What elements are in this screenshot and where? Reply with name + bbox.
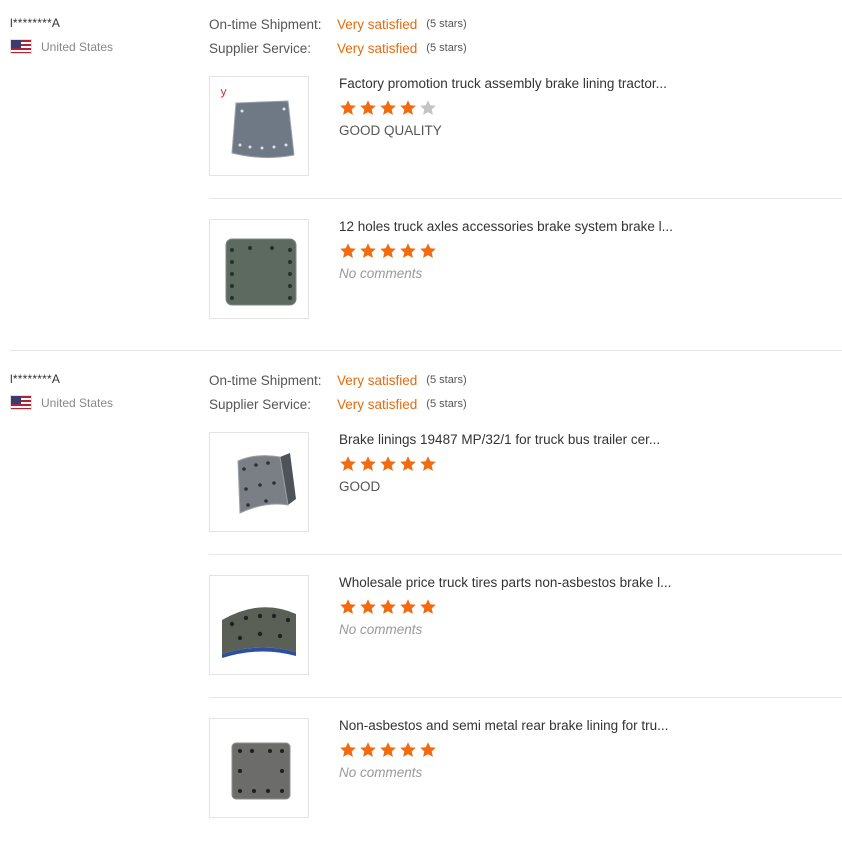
product-title[interactable]: Brake linings 19487 MP/32/1 for truck bu… [339,432,839,447]
product-star-rating [339,242,839,260]
star-filled-icon [400,456,416,471]
review-body: On-time Shipment: Very satisfied (5 star… [209,368,842,818]
star-filled-icon [380,243,396,258]
star-filled-icon [340,742,356,757]
review-comment: No comments [339,765,423,780]
review-comment: No comments [339,622,423,637]
product-image[interactable] [209,432,309,532]
us-flag-icon [10,395,32,410]
reviewer-name: l********A [10,16,61,30]
star-empty-icon [420,100,436,115]
us-flag-icon [10,39,32,54]
star-filled-icon [420,742,436,757]
product-star-rating [339,598,839,616]
star-filled-icon [420,456,436,471]
rating-label: On-time Shipment: [209,16,322,32]
product-image[interactable]: ｙ [209,76,309,176]
star-filled-icon [340,243,356,258]
star-filled-icon [340,599,356,614]
rating-stars-text: (5 stars) [426,374,467,386]
reviewed-product: Non-asbestos and semi metal rear brake l… [209,718,842,861]
product-title[interactable]: Factory promotion truck assembly brake l… [339,76,839,91]
star-filled-icon [420,243,436,258]
star-filled-icon [380,599,396,614]
product-star-rating [339,99,839,117]
product-star-rating [339,741,839,759]
rating-value: Very satisfied [337,16,418,32]
rating-stars-text: (5 stars) [426,42,467,54]
review-divider [10,350,842,351]
star-filled-icon [380,456,396,471]
product-title[interactable]: Wholesale price truck tires parts non-as… [339,575,839,590]
rating-on-time-shipment: On-time Shipment: Very satisfied (5 star… [209,368,842,392]
product-divider [209,554,842,555]
rating-label: Supplier Service: [209,396,312,412]
reviewer-info: l********A United States [10,372,190,410]
reviewed-product: 12 holes truck axles accessories brake s… [209,219,842,362]
rating-value: Very satisfied [337,396,418,412]
star-filled-icon [420,599,436,614]
rating-value: Very satisfied [337,40,418,56]
product-divider [209,697,842,698]
star-filled-icon [400,100,416,115]
rating-value: Very satisfied [337,372,418,388]
review-body: On-time Shipment: Very satisfied (5 star… [209,12,842,319]
product-image[interactable] [209,718,309,818]
star-filled-icon [400,599,416,614]
product-image[interactable] [209,575,309,675]
reviewer-info: l********A United States [10,16,190,54]
review-comment: GOOD [339,479,381,494]
star-filled-icon [340,456,356,471]
product-divider [209,198,842,199]
product-star-rating [339,455,839,473]
reviewer-country: United States [41,39,114,54]
rating-on-time-shipment: On-time Shipment: Very satisfied (5 star… [209,12,842,36]
star-filled-icon [340,100,356,115]
star-filled-icon [360,456,376,471]
rating-supplier-service: Supplier Service: Very satisfied (5 star… [209,36,842,60]
star-filled-icon [380,742,396,757]
svg-text:ｙ: ｙ [218,85,229,98]
review-comment: No comments [339,266,423,281]
star-filled-icon [400,742,416,757]
reviewer-name: l********A [10,372,61,386]
rating-stars-text: (5 stars) [426,398,467,410]
rating-stars-text: (5 stars) [426,18,467,30]
review-comment: GOOD QUALITY [339,123,442,138]
rating-supplier-service: Supplier Service: Very satisfied (5 star… [209,392,842,416]
star-filled-icon [360,243,376,258]
star-filled-icon [360,742,376,757]
product-image[interactable] [209,219,309,319]
star-filled-icon [380,100,396,115]
product-title[interactable]: Non-asbestos and semi metal rear brake l… [339,718,839,733]
product-title[interactable]: 12 holes truck axles accessories brake s… [339,219,839,234]
star-filled-icon [400,243,416,258]
rating-label: On-time Shipment: [209,372,322,388]
reviewer-country: United States [41,395,114,410]
rating-label: Supplier Service: [209,40,312,56]
star-filled-icon [360,100,376,115]
star-filled-icon [360,599,376,614]
